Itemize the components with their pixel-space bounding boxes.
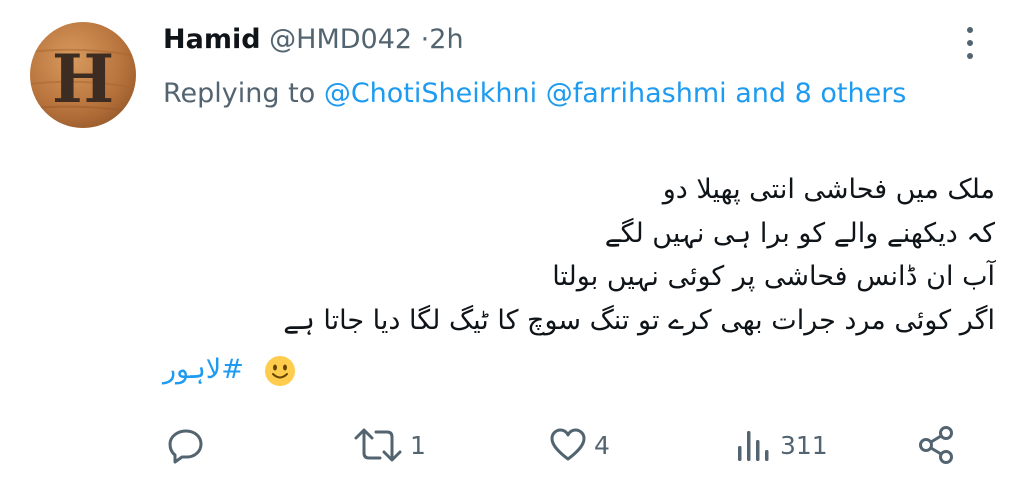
like-count: 4 [594,430,610,460]
replying-to: Replying to @ChotiSheikhni @farrihashmi … [163,72,923,115]
tweet-line: ملک میں فحاشی انتی پھیلا دو [662,174,995,205]
avatar-letter: H [52,40,114,118]
reply-icon [168,429,203,464]
views-button[interactable]: 311 [734,420,828,470]
replying-to-label: Replying to [163,78,316,109]
mention-farrihashmi[interactable]: @farrihashmi [546,78,727,109]
meta-separator: · [420,24,430,55]
reply-button[interactable] [164,420,214,470]
post-time[interactable]: 2h [429,24,463,55]
retweet-count: 1 [410,430,426,460]
author-handle[interactable]: @HMD042 [269,24,412,55]
hashtag-lahore[interactable]: #لاہور [163,354,244,385]
tweet-line: اگر کوئی مرد جرات بھی کرے تو تنگ سوچ کا … [283,304,995,336]
slightly-smiling-face-icon [264,355,296,387]
tweet-header: Hamid @HMD042 ·2h [163,20,464,60]
view-count: 311 [780,430,828,460]
mention-chotisheikhni[interactable]: @ChotiSheikhni [324,78,537,109]
tweet-line: کہ دیکھنے والے کو برا ہی نہیں لگے [604,217,995,249]
heart-icon [550,428,586,461]
share-button[interactable] [916,420,958,470]
retweet-icon [354,428,402,462]
views-icon [738,431,769,461]
action-bar: 1 4 311 [0,420,1024,470]
author-name[interactable]: Hamid [163,24,261,55]
share-icon [919,426,953,464]
tweet-text: ملک میں فحاشی انتی پھیلا دو کہ دیکھنے وا… [163,168,995,342]
more-options-icon[interactable] [958,24,982,64]
mention-others[interactable]: and 8 others [735,78,906,109]
retweet-button[interactable]: 1 [352,420,426,470]
like-button[interactable]: 4 [548,420,610,470]
avatar[interactable]: H [30,22,136,128]
hashtag-row: #لاہور [163,348,296,392]
tweet-line: آب ان ڈانس فحاشی پر کوئی نہیں بولتا [552,261,995,292]
